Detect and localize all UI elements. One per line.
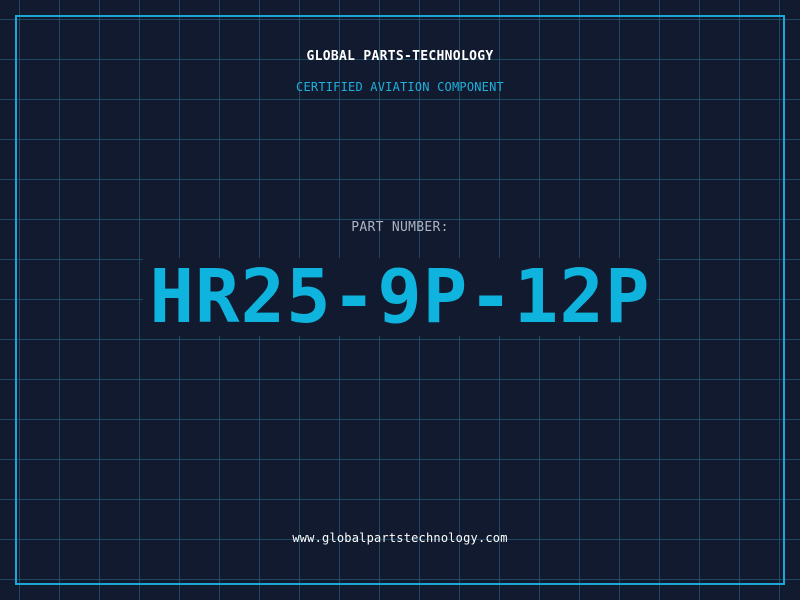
label-card: GLOBAL PARTS-TECHNOLOGY CERTIFIED AVIATI… <box>0 0 800 600</box>
certification-subtitle: CERTIFIED AVIATION COMPONENT <box>296 80 504 94</box>
part-number: HR25-9P-12P <box>143 258 657 336</box>
part-number-label: PART NUMBER: <box>351 220 449 235</box>
website-url: www.globalpartstechnology.com <box>292 531 508 545</box>
part-number-container: HR25-9P-12P <box>0 258 800 336</box>
company-name: GLOBAL PARTS-TECHNOLOGY <box>306 49 494 64</box>
